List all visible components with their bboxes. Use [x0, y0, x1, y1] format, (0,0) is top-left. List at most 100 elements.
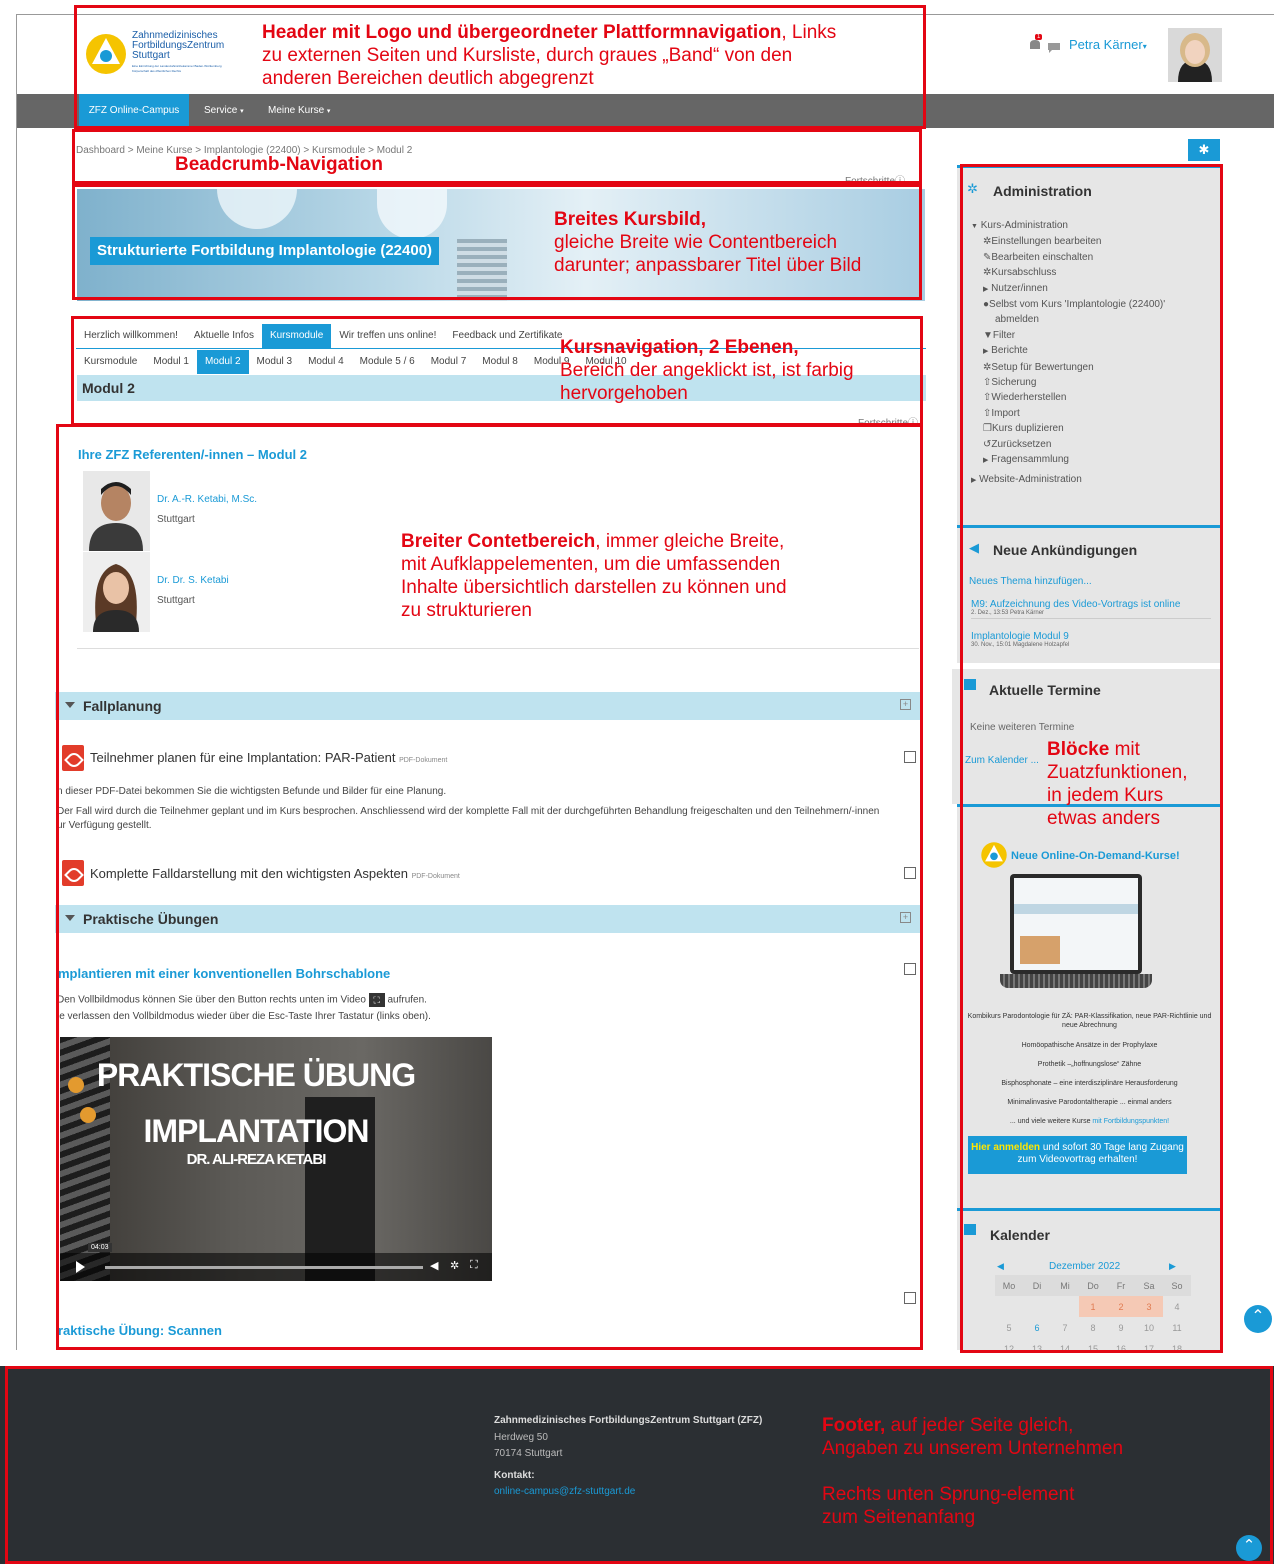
expand-all-icon[interactable]: + [900, 699, 911, 710]
notifications-button[interactable]: 1 [1027, 34, 1045, 52]
promo-cta-button[interactable]: Hier anmelden und sofort 30 Tage lang Zu… [968, 1136, 1187, 1174]
subtab-modul-3[interactable]: Modul 3 [249, 350, 301, 374]
subtab-modul-8[interactable]: Modul 8 [474, 350, 526, 374]
nav-item-service[interactable]: Service ▾ [204, 94, 244, 129]
subtab-modul-4[interactable]: Modul 4 [300, 350, 352, 374]
completion-checkbox-3[interactable] [904, 963, 916, 975]
video-progress-bar[interactable] [105, 1266, 423, 1269]
activity-title-1[interactable]: Teilnehmer planen für eine Implantation:… [90, 750, 447, 765]
admin-copy[interactable]: ❐Kurs duplizieren [971, 421, 1216, 436]
admin-unenrol-2[interactable]: abmelden [971, 312, 1216, 327]
user-menu[interactable]: Petra Kärner▾ [1069, 37, 1147, 52]
nav-item-meine-kurse[interactable]: Meine Kurse ▾ [268, 94, 330, 129]
tab-herzlich-willkommen[interactable]: Herzlich willkommen! [76, 324, 186, 348]
section-praktische-uebungen[interactable]: Praktische Übungen + [55, 905, 921, 933]
news-title: Neue Ankündigungen [993, 542, 1138, 558]
admin-restore[interactable]: ⇧Wiederherstellen [971, 390, 1216, 405]
footer-email-link[interactable]: online-campus@zfz-stuttgart.de [494, 1486, 635, 1497]
play-icon[interactable] [76, 1261, 85, 1273]
video-hint-1: Den Vollbildmodus können Sie über den Bu… [57, 993, 427, 1007]
admin-question-bank[interactable]: ▶ Fragensammlung [971, 452, 1216, 468]
subtab-kursmodule[interactable]: Kursmodule [76, 350, 145, 374]
annotation-blocks: Blöcke mit Zuatzfunktionen, in jedem Kur… [1047, 739, 1188, 829]
admin-edit-settings[interactable]: ✲Einstellungen bearbeiten [971, 234, 1216, 249]
video-controls: 04:03 ◀︎ ✲ ⛶ [60, 1243, 492, 1281]
settings-icon[interactable]: ✲ [450, 1259, 459, 1272]
tab-aktuelle-infos[interactable]: Aktuelle Infos [186, 324, 262, 348]
avatar[interactable] [1168, 28, 1222, 82]
promo-item-2[interactable]: Homöopathische Ansätze in der Prophylaxe [967, 1041, 1212, 1050]
completion-checkbox-2[interactable] [904, 867, 916, 879]
calendar-day[interactable]: 6 [1023, 1317, 1051, 1338]
fullscreen-icon[interactable]: ⛶ [470, 1259, 478, 1272]
subtab-modul-7[interactable]: Modul 7 [423, 350, 475, 374]
section-fallplanung[interactable]: Fallplanung + [55, 692, 921, 720]
admin-edit-on[interactable]: ✎Bearbeiten einschalten [971, 250, 1216, 265]
tab-wir-treffen-uns-online[interactable]: Wir treffen uns online! [331, 324, 444, 348]
admin-import[interactable]: ⇧Import [971, 406, 1216, 421]
footer-contact-label: Kontakt: [494, 1470, 535, 1481]
referent-name-1[interactable]: Dr. A.-R. Ketabi, M.Sc. [157, 494, 257, 505]
calendar-day[interactable]: 3 [1135, 1296, 1163, 1317]
activity-title-2[interactable]: Komplette Falldarstellung mit den wichti… [90, 866, 460, 881]
admin-backup[interactable]: ⇧Sicherung [971, 375, 1216, 390]
messages-button[interactable] [1048, 40, 1060, 58]
volume-icon[interactable]: ◀︎ [430, 1259, 438, 1272]
admin-completion[interactable]: ✲Kursabschluss [971, 265, 1216, 280]
news-item-1[interactable]: M9: Aufzeichnung des Video-Vortrags ist … [971, 599, 1211, 619]
tab-feedback[interactable]: Feedback und Zertifikate [444, 324, 570, 348]
expand-all-icon[interactable]: + [900, 912, 911, 923]
section-title: Praktische Übungen [83, 911, 219, 927]
nav-item-online-campus[interactable]: ZFZ Online-Campus [79, 94, 189, 128]
events-calendar-link[interactable]: Zum Kalender ... [965, 755, 1039, 766]
completion-checkbox-1[interactable] [904, 751, 916, 763]
referents-title[interactable]: Ihre ZFZ Referenten/-innen – Modul 2 [78, 447, 307, 462]
video-hint-2: ie verlassen den Vollbildmodus wieder üb… [57, 1011, 431, 1022]
referent-name-2[interactable]: Dr. Dr. S. Ketabi [157, 575, 229, 586]
help-icon: ⓘ [895, 176, 906, 187]
tab-kursmodule[interactable]: Kursmodule [261, 324, 332, 348]
completion-checkbox-4[interactable] [904, 1292, 916, 1304]
promo-more-link[interactable]: mit Fortbildungspunkten! [1092, 1118, 1169, 1125]
admin-reports[interactable]: ▶ Berichte [971, 343, 1216, 359]
subtab-modul-2[interactable]: Modul 2 [196, 350, 249, 374]
subtab-module-5-6[interactable]: Module 5 / 6 [352, 350, 423, 374]
promo-item-3[interactable]: Prothetik –„hoffnungslose“ Zähne [967, 1060, 1212, 1069]
footer-scroll-to-top-button[interactable]: ⌃ [1236, 1535, 1262, 1561]
site-logo[interactable]: Zahnmedizinisches FortbildungsZentrum St… [84, 26, 259, 86]
admin-reset[interactable]: ↺Zurücksetzen [971, 437, 1216, 452]
promo-item-1[interactable]: Kombikurs Parodontologie für ZÄ: PAR-Kla… [967, 1012, 1212, 1030]
video-activity-title[interactable]: mplantieren mit einer konventionellen Bo… [58, 966, 390, 981]
next-activity-title[interactable]: raktische Übung: Scannen [58, 1323, 222, 1338]
progress-label-2: Fortschritteⓘ [858, 418, 919, 429]
promo-item-5[interactable]: Minimalinvasive Parodontaltherapie ... e… [967, 1098, 1212, 1107]
chevron-right-icon: ▶ [983, 285, 989, 293]
admin-filter[interactable]: ▼Filter [971, 328, 1216, 343]
logo-icon [981, 842, 1007, 868]
referent-city-1: Stuttgart [157, 514, 195, 525]
admin-site-admin[interactable]: ▶ Website-Administration [971, 472, 1216, 488]
calendar-month[interactable]: Dezember 2022 [1049, 1261, 1120, 1272]
annotation-content: Breiter Contetbereich, immer gleiche Bre… [401, 531, 787, 621]
block-settings-button[interactable]: ✱ [1188, 139, 1220, 161]
admin-users[interactable]: ▶ Nutzer/innen [971, 281, 1216, 297]
promo-item-4[interactable]: Bisphosphonate – eine interdisziplinäre … [967, 1079, 1212, 1088]
prev-month-icon[interactable]: ◀ [997, 1261, 1004, 1272]
calendar-day[interactable]: 1 [1079, 1296, 1107, 1317]
scroll-to-top-button[interactable]: ⌃ [1244, 1305, 1272, 1333]
logo-icon [86, 34, 126, 74]
next-month-icon[interactable]: ▶ [1169, 1261, 1176, 1272]
calendar-day[interactable]: 2 [1107, 1296, 1135, 1317]
subtab-modul-1[interactable]: Modul 1 [145, 350, 197, 374]
news-add-link[interactable]: Neues Thema hinzufügen... [969, 576, 1092, 587]
news-item-2[interactable]: Implantologie Modul 9 30. Nov., 15:01 Ma… [971, 631, 1211, 648]
admin-gradebook[interactable]: ✲Setup für Bewertungen [971, 360, 1216, 375]
help-icon: ⓘ [908, 418, 919, 429]
annotation-header: Header mit Logo und übergeordneter Platt… [262, 22, 837, 89]
chevron-down-icon: ▾ [240, 108, 244, 115]
copy-icon: ❐ [983, 423, 992, 435]
pdf-icon [62, 745, 84, 771]
admin-course-admin[interactable]: ▼ Kurs-Administration [971, 218, 1216, 234]
admin-unenrol[interactable]: ●Selbst vom Kurs 'Implantologie (22400)' [971, 297, 1216, 312]
video-player[interactable]: PRAKTISCHE ÜBUNG IMPLANTATION DR. ALI-RE… [60, 1037, 492, 1281]
